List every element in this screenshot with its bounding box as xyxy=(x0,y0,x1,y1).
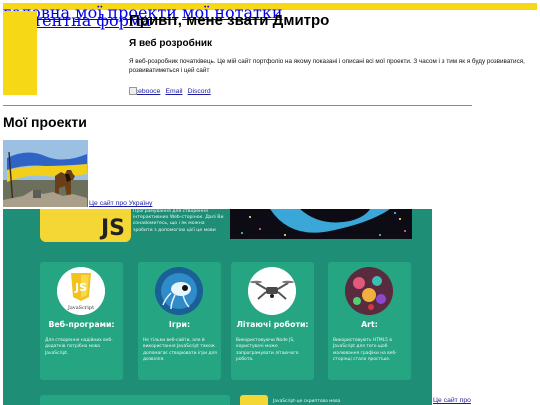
bottom-panel xyxy=(40,395,230,405)
bottom-text: JavaScript-це скриптова мова xyxy=(273,399,341,404)
card-web-apps: JS JavaScript Веб-програми: Для створенн… xyxy=(40,262,123,380)
js-logo-banner: JS xyxy=(40,209,131,242)
page-subtitle: Я веб розробник xyxy=(129,38,213,49)
card-title: Ігри: xyxy=(168,320,191,329)
javascript-logo-icon: JS JavaScript xyxy=(57,267,105,315)
drone-icon xyxy=(248,267,296,315)
card-js-badge: JS xyxy=(74,281,87,294)
card-games: Ігри: Не тільки веб-сайти, але й викорис… xyxy=(138,262,221,380)
project-thumbnail-ukraine[interactable] xyxy=(3,140,88,207)
email-link[interactable]: Email xyxy=(165,88,182,95)
profile-photo-placeholder xyxy=(3,11,37,95)
game-character-icon xyxy=(155,267,203,315)
card-text: Для створення надійних веб-додатків потр… xyxy=(45,338,113,356)
intro-paragraph: Я веб-розробник початківець. Це мій сайт… xyxy=(129,58,525,74)
card-title: Art: xyxy=(361,320,378,329)
js-logo-text: JS xyxy=(100,216,125,241)
broken-image-icon xyxy=(129,87,137,95)
section-divider xyxy=(3,105,472,106)
card-flying-robots: Літаючі роботи: Використовуючи Node JS, … xyxy=(231,262,314,380)
card-text: Використовують HTML5 в JavaScript для то… xyxy=(333,338,397,362)
social-links: facebooce Email Discord xyxy=(129,78,211,97)
card-title: Літаючі роботи: xyxy=(236,320,309,329)
space-illustration xyxy=(230,209,412,239)
card-text: Використовуючи Node JS, користувачі може… xyxy=(236,338,299,362)
art-icon xyxy=(345,267,393,315)
project-link-ukraine[interactable]: Це сайт про Україну xyxy=(89,200,152,207)
discord-link[interactable]: Discord xyxy=(188,88,211,95)
projects-heading: Мої проекти xyxy=(3,114,87,130)
card-js-caption: JavaScript xyxy=(67,305,94,311)
screenshot-intro-text: Програмування для створення інтерактивни… xyxy=(133,209,224,233)
card-text: Не тільки веб-сайти, але й використання … xyxy=(143,338,217,362)
bottom-js-logo xyxy=(240,395,268,405)
project-screenshot-javascript[interactable]: JS Програмування для створення інтеракти… xyxy=(3,209,432,405)
card-title: Веб-програми: xyxy=(48,320,115,329)
page-title: Привіт, мене звати Дмитро xyxy=(129,12,330,29)
card-art: Art: Використовують HTML5 в JavaScript д… xyxy=(328,262,411,380)
project-link-javascript[interactable]: Це сайт про xyxy=(433,397,471,404)
